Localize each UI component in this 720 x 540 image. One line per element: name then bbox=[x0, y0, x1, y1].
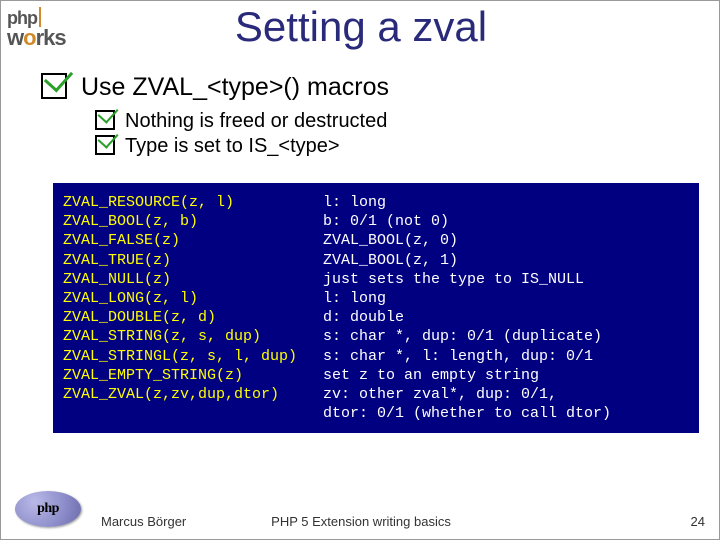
code-block: ZVAL_RESOURCE(z, l)l: longZVAL_BOOL(z, b… bbox=[53, 183, 699, 433]
main-bullet-text: Use ZVAL_<type>() macros bbox=[81, 73, 389, 102]
code-desc: zv: other zval*, dup: 0/1, bbox=[323, 385, 689, 404]
code-desc: s: char *, dup: 0/1 (duplicate) bbox=[323, 327, 689, 346]
code-desc: dtor: 0/1 (whether to call dtor) bbox=[323, 404, 689, 423]
code-table: ZVAL_RESOURCE(z, l)l: longZVAL_BOOL(z, b… bbox=[63, 193, 689, 423]
code-macro: ZVAL_NULL(z) bbox=[63, 270, 323, 289]
code-desc: just sets the type to IS_NULL bbox=[323, 270, 689, 289]
code-macro: ZVAL_RESOURCE(z, l) bbox=[63, 193, 323, 212]
code-row: ZVAL_BOOL(z, b)b: 0/1 (not 0) bbox=[63, 212, 689, 231]
code-row: ZVAL_RESOURCE(z, l)l: long bbox=[63, 193, 689, 212]
footer-title: PHP 5 Extension writing basics bbox=[1, 514, 720, 529]
sub-bullet-text: Type is set to IS_<type> bbox=[125, 135, 340, 158]
code-tbody: ZVAL_RESOURCE(z, l)l: longZVAL_BOOL(z, b… bbox=[63, 193, 689, 423]
code-macro: ZVAL_STRINGL(z, s, l, dup) bbox=[63, 347, 323, 366]
slide: php works Setting a zval Use ZVAL_<type>… bbox=[0, 0, 720, 540]
code-macro: ZVAL_EMPTY_STRING(z) bbox=[63, 366, 323, 385]
code-desc: d: double bbox=[323, 308, 689, 327]
content-area: Use ZVAL_<type>() macros Nothing is free… bbox=[41, 73, 699, 160]
sub-bullet-list: Nothing is freed or destructed Type is s… bbox=[95, 110, 699, 158]
code-row: ZVAL_ZVAL(z,zv,dup,dtor)zv: other zval*,… bbox=[63, 385, 689, 404]
code-desc: b: 0/1 (not 0) bbox=[323, 212, 689, 231]
code-macro: ZVAL_ZVAL(z,zv,dup,dtor) bbox=[63, 385, 323, 404]
code-row: ZVAL_TRUE(z)ZVAL_BOOL(z, 1) bbox=[63, 251, 689, 270]
footer-page-number: 24 bbox=[691, 514, 705, 529]
checkmark-icon bbox=[95, 110, 115, 130]
code-row: dtor: 0/1 (whether to call dtor) bbox=[63, 404, 689, 423]
main-bullet: Use ZVAL_<type>() macros bbox=[41, 73, 699, 102]
code-desc: ZVAL_BOOL(z, 1) bbox=[323, 251, 689, 270]
code-row: ZVAL_STRING(z, s, dup)s: char *, dup: 0/… bbox=[63, 327, 689, 346]
code-macro: ZVAL_LONG(z, l) bbox=[63, 289, 323, 308]
code-desc: set z to an empty string bbox=[323, 366, 689, 385]
code-row: ZVAL_LONG(z, l)l: long bbox=[63, 289, 689, 308]
checkmark-icon bbox=[41, 73, 67, 99]
code-row: ZVAL_EMPTY_STRING(z)set z to an empty st… bbox=[63, 366, 689, 385]
code-row: ZVAL_FALSE(z)ZVAL_BOOL(z, 0) bbox=[63, 231, 689, 250]
code-macro: ZVAL_BOOL(z, b) bbox=[63, 212, 323, 231]
sub-bullet: Nothing is freed or destructed bbox=[95, 110, 699, 133]
code-desc: ZVAL_BOOL(z, 0) bbox=[323, 231, 689, 250]
code-row: ZVAL_STRINGL(z, s, l, dup)s: char *, l: … bbox=[63, 347, 689, 366]
checkmark-icon bbox=[95, 135, 115, 155]
code-desc: l: long bbox=[323, 193, 689, 212]
sub-bullet-text: Nothing is freed or destructed bbox=[125, 110, 387, 133]
code-macro bbox=[63, 404, 323, 423]
code-macro: ZVAL_DOUBLE(z, d) bbox=[63, 308, 323, 327]
code-macro: ZVAL_STRING(z, s, dup) bbox=[63, 327, 323, 346]
code-desc: s: char *, l: length, dup: 0/1 bbox=[323, 347, 689, 366]
sub-bullet: Type is set to IS_<type> bbox=[95, 135, 699, 158]
code-row: ZVAL_NULL(z)just sets the type to IS_NUL… bbox=[63, 270, 689, 289]
code-macro: ZVAL_TRUE(z) bbox=[63, 251, 323, 270]
code-macro: ZVAL_FALSE(z) bbox=[63, 231, 323, 250]
code-desc: l: long bbox=[323, 289, 689, 308]
code-row: ZVAL_DOUBLE(z, d)d: double bbox=[63, 308, 689, 327]
slide-title: Setting a zval bbox=[1, 3, 720, 51]
